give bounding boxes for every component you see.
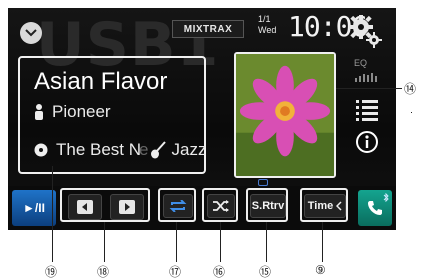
artist-name: Pioneer [52, 102, 111, 121]
callout-line-9 [322, 222, 323, 262]
track-info-panel[interactable]: Asian Flavor Pioneer The Best N e Jazz [18, 56, 206, 174]
down-arrow-icon [25, 29, 37, 37]
album-name-fade: e [139, 140, 149, 159]
prev-track-icon [77, 200, 93, 214]
callout-16: ⑯ [213, 265, 226, 279]
source-menu-button[interactable] [20, 22, 42, 44]
callout-15: ⑮ [259, 265, 272, 279]
date-display: 1/1 Wed [258, 14, 276, 36]
date-weekday: Wed [258, 25, 277, 35]
callout-line-14h [336, 88, 402, 89]
gear-icon[interactable] [348, 14, 382, 48]
repeat-icon [169, 200, 187, 212]
callout-14: ⑭ [404, 82, 417, 96]
callout-17: ⑰ [169, 265, 182, 279]
callout-18: ⑱ [97, 265, 110, 279]
genre-name: Jazz [171, 140, 207, 159]
callout-line-17 [176, 222, 177, 262]
artist-row: Pioneer [34, 102, 111, 122]
eq-icon[interactable] [354, 70, 380, 82]
track-title: Asian Flavor [34, 68, 168, 95]
next-track-button[interactable] [110, 194, 144, 220]
mixtrax-button[interactable]: MIXTRAX [172, 20, 244, 38]
flower-artwork [236, 54, 334, 176]
time-label: Time [307, 200, 334, 212]
callout-line-14 [411, 112, 412, 113]
album-artwork[interactable] [234, 52, 336, 178]
prev-track-button[interactable] [68, 194, 102, 220]
sound-retriever-button[interactable]: S.Rtrv [250, 194, 286, 218]
repeat-button[interactable] [163, 194, 193, 218]
album-row: The Best N e Jazz [34, 140, 206, 160]
callout-19: ⑲ [45, 265, 58, 279]
eq-label: EQ [354, 58, 368, 68]
person-icon [35, 104, 43, 120]
callout-line-15 [266, 222, 267, 262]
date-month-day: 1/1 [258, 14, 271, 24]
next-track-icon [119, 200, 135, 214]
info-icon[interactable] [354, 130, 380, 154]
callout-line-18 [104, 222, 105, 262]
phone-icon [368, 201, 382, 215]
chevron-left-icon [336, 201, 342, 211]
sound-retriever-indicator [258, 179, 268, 186]
head-unit-screen: USB1 MIXTRAX 1/1 Wed 10:06 Asian Flavor [8, 8, 396, 230]
shuffle-button[interactable] [207, 194, 235, 218]
phone-button[interactable] [358, 190, 392, 226]
disc-icon [34, 143, 48, 157]
callout-9: ⑨ [315, 263, 326, 277]
album-name: The Best N [56, 140, 142, 159]
list-icon[interactable] [354, 98, 380, 122]
play-pause-button[interactable]: ►/II [12, 190, 56, 226]
guitar-icon [150, 141, 166, 159]
shuffle-icon [213, 200, 229, 212]
callout-line-16 [220, 222, 221, 262]
bluetooth-icon [383, 193, 389, 202]
time-display-button[interactable]: Time [304, 194, 346, 218]
callout-line-19 [52, 166, 53, 262]
